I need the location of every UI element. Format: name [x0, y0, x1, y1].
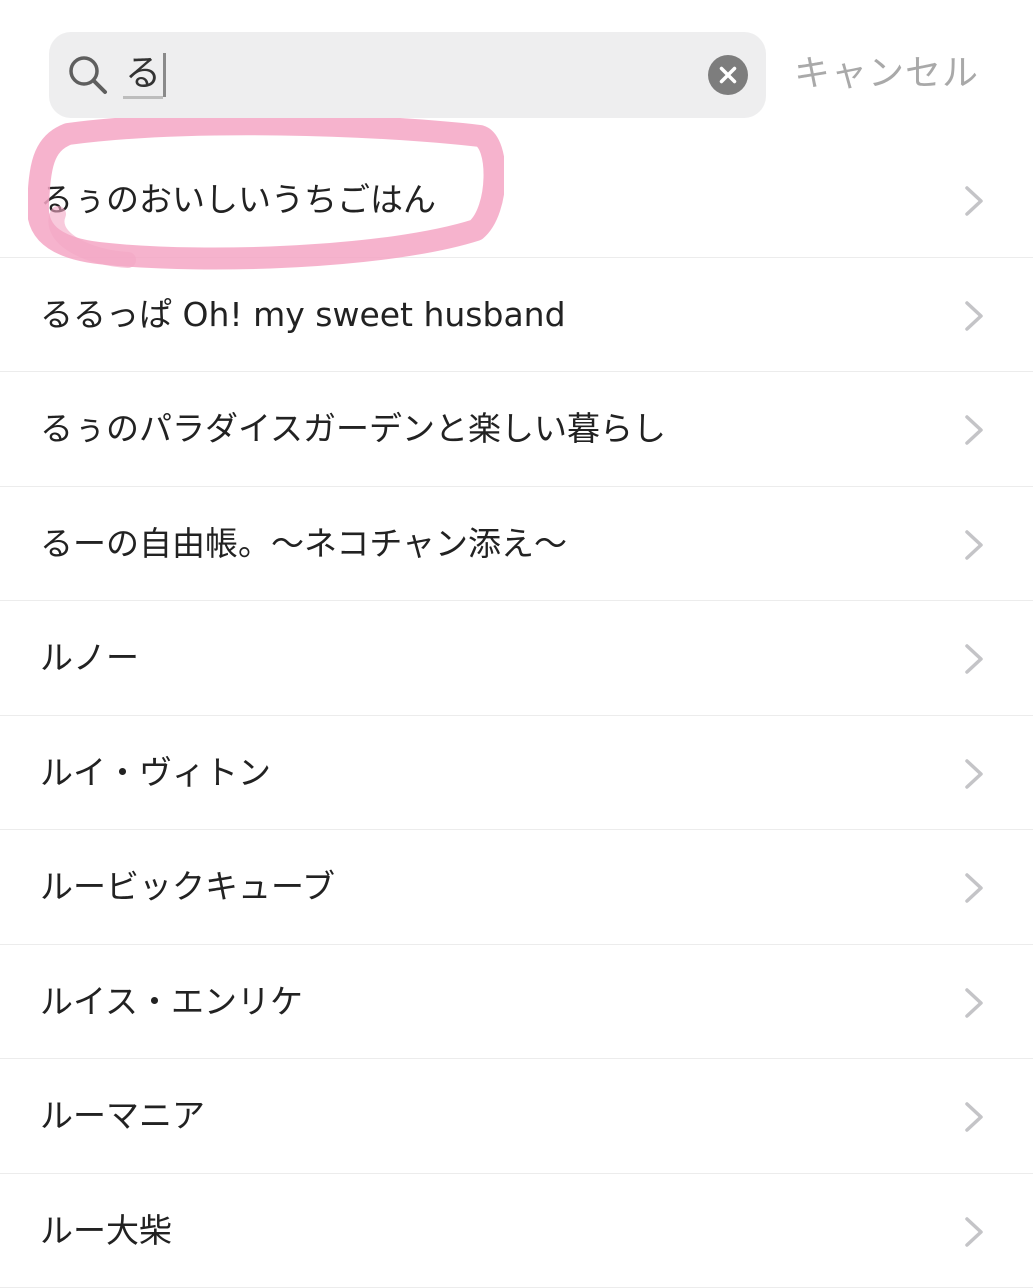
chevron-right-icon	[962, 1214, 986, 1250]
list-item[interactable]: ルイ・ヴィトン	[0, 716, 1033, 831]
list-item[interactable]: るぅのおいしいうちごはん	[0, 143, 1033, 258]
search-query-text: る	[123, 52, 163, 99]
chevron-right-icon	[962, 870, 986, 906]
search-results-list: るぅのおいしいうちごはん るるっぱ Oh! my sweet husband る…	[0, 143, 1033, 1288]
clear-icon	[708, 55, 748, 95]
list-item-label: ルービックキューブ	[40, 830, 335, 944]
list-item-label: ルーマニア	[40, 1059, 205, 1173]
text-caret	[163, 53, 166, 97]
list-item[interactable]: ルノー	[0, 601, 1033, 716]
list-item[interactable]: ルイス・エンリケ	[0, 945, 1033, 1060]
chevron-right-icon	[962, 641, 986, 677]
list-item-label: るぅのおいしいうちごはん	[40, 143, 436, 257]
cancel-button[interactable]: キャンセル	[794, 46, 979, 102]
search-bar: る キャンセル	[0, 0, 1033, 140]
search-field[interactable]: る	[49, 32, 766, 118]
list-item[interactable]: るるっぱ Oh! my sweet husband	[0, 258, 1033, 373]
list-item[interactable]: るーの自由帳。〜ネコチャン添え〜	[0, 487, 1033, 602]
list-item-label: ルイス・エンリケ	[40, 945, 303, 1059]
chevron-right-icon	[962, 527, 986, 563]
chevron-right-icon	[962, 985, 986, 1021]
list-item-label: ルノー	[40, 601, 139, 715]
search-input[interactable]: る	[123, 32, 683, 118]
list-item-label: るーの自由帳。〜ネコチャン添え〜	[40, 487, 567, 601]
chevron-right-icon	[962, 298, 986, 334]
chevron-right-icon	[962, 1099, 986, 1135]
search-icon	[66, 53, 110, 97]
chevron-right-icon	[962, 412, 986, 448]
list-item[interactable]: るぅのパラダイスガーデンと楽しい暮らし	[0, 372, 1033, 487]
list-item-label: るるっぱ Oh! my sweet husband	[40, 258, 566, 372]
list-item-label: るぅのパラダイスガーデンと楽しい暮らし	[40, 372, 666, 486]
list-item[interactable]: ルー大柴	[0, 1174, 1033, 1288]
list-item-label: ルー大柴	[40, 1174, 172, 1288]
chevron-right-icon	[962, 756, 986, 792]
list-item[interactable]: ルーマニア	[0, 1059, 1033, 1174]
clear-button[interactable]	[708, 55, 748, 95]
list-item[interactable]: ルービックキューブ	[0, 830, 1033, 945]
list-item-label: ルイ・ヴィトン	[40, 716, 271, 830]
chevron-right-icon	[962, 183, 986, 219]
